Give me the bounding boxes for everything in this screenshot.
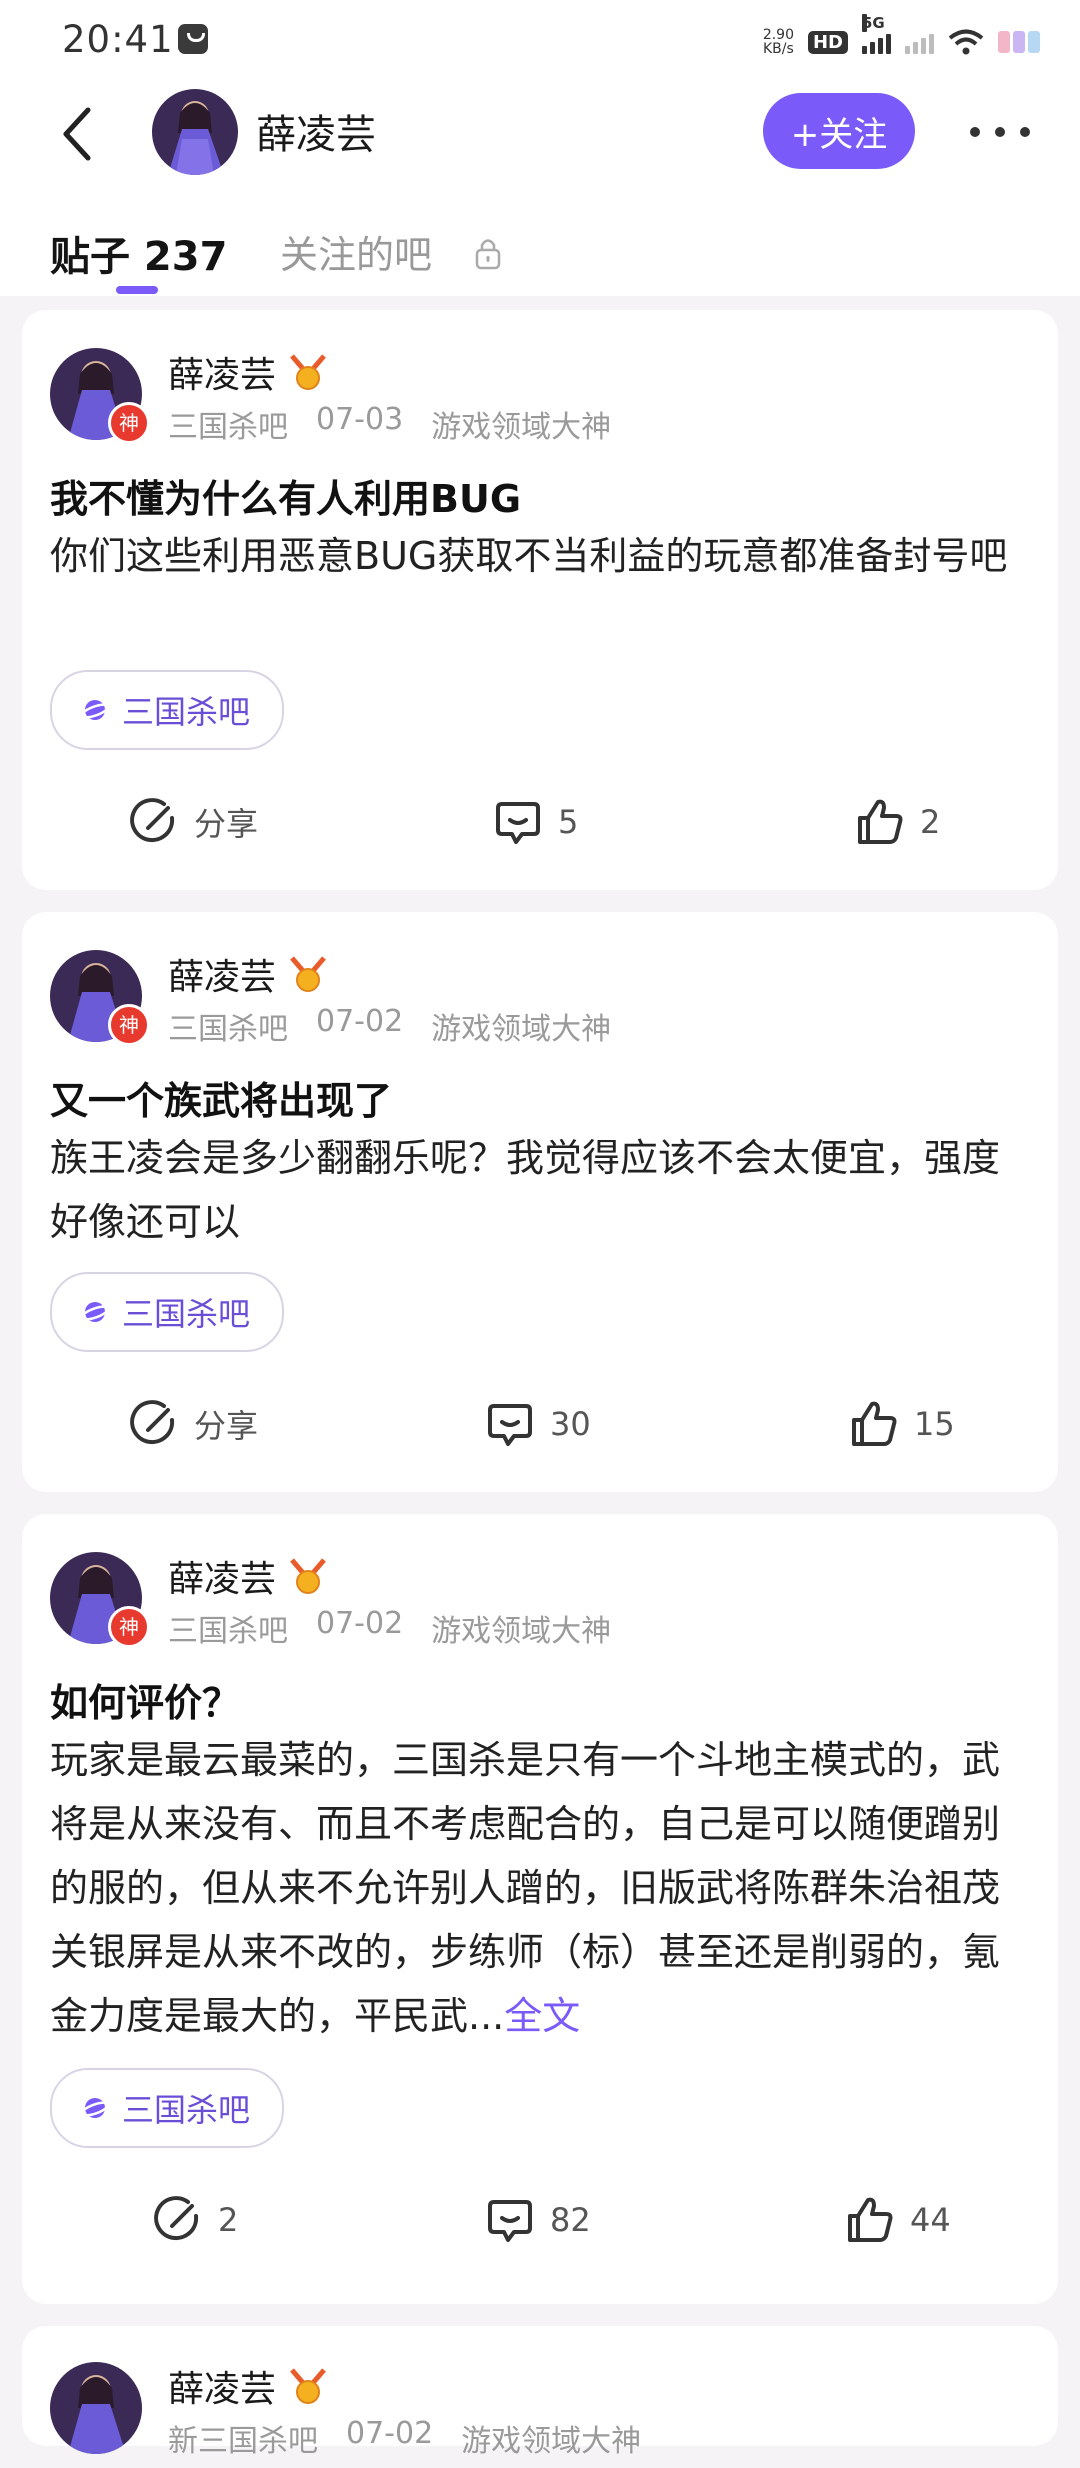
hd-voice-icon: HD xyxy=(807,30,848,54)
author-name-row: 薛凌芸 xyxy=(168,2360,330,2412)
post-forum: 三国杀吧 xyxy=(168,1614,288,1649)
profile-avatar[interactable] xyxy=(152,89,238,175)
medal-icon xyxy=(290,956,326,992)
profile-username: 薛凌芸 xyxy=(256,112,376,158)
share-icon xyxy=(130,798,175,843)
lock-icon xyxy=(475,239,501,270)
post-title[interactable]: 我不懂为什么有人利用BUG xyxy=(50,468,521,523)
net-speed: 2.90 KB/s xyxy=(762,27,794,57)
post-card[interactable]: 神 薛凌芸 三国杀吧 07-03 游戏领域大神 我不懂为什么有人利用BUG 你们… xyxy=(22,310,1058,890)
comment-icon xyxy=(488,2200,532,2242)
author-name[interactable]: 薛凌芸 xyxy=(168,346,276,398)
post-body[interactable]: 族王凌会是多少翻翻乐呢？我觉得应该不会太便宜，强度好像还可以 xyxy=(50,1126,1034,1254)
share-icon xyxy=(130,1400,175,1445)
share-button[interactable]: 分享 xyxy=(128,1384,258,1464)
signal-5g-icon: 5G xyxy=(862,14,891,54)
author-honor: 游戏领域大神 xyxy=(431,1012,612,1047)
post-meta: 三国杀吧 07-02 游戏领域大神 xyxy=(168,1004,611,1048)
post-forum: 三国杀吧 xyxy=(168,1012,288,1047)
post-card[interactable]: 神 薛凌芸 三国杀吧 07-02 游戏领域大神 如何评价？ 玩家是最云最菜的，三… xyxy=(22,1514,1058,2304)
medal-icon xyxy=(290,1558,326,1594)
share-button[interactable]: 分享 xyxy=(128,782,258,862)
post-date: 07-02 xyxy=(316,1606,404,1641)
post-meta: 新三国杀吧 07-02 游戏领域大神 xyxy=(168,2416,641,2460)
medal-icon xyxy=(290,2368,326,2404)
planet-icon xyxy=(80,2098,110,2118)
comment-icon xyxy=(496,802,540,844)
author-name[interactable]: 薛凌芸 xyxy=(168,1550,276,1602)
post-meta: 三国杀吧 07-03 游戏领域大神 xyxy=(168,402,611,446)
post-actions: 分享 30 15 xyxy=(22,1384,1058,1464)
post-title[interactable]: 如何评价？ xyxy=(50,1672,240,1727)
thumbs-up-icon xyxy=(858,799,903,844)
author-name[interactable]: 薛凌芸 xyxy=(168,2360,276,2412)
comment-icon xyxy=(488,1404,532,1446)
forum-tag[interactable]: 三国杀吧 xyxy=(50,670,285,750)
post-forum: 三国杀吧 xyxy=(168,410,288,445)
notification-app-icon xyxy=(178,24,208,54)
status-time: 20:41 xyxy=(62,18,174,61)
tab-followed-bars[interactable]: 关注的吧 xyxy=(280,224,432,279)
author-honor: 游戏领域大神 xyxy=(431,410,612,445)
comment-button[interactable]: 30 xyxy=(484,1384,591,1464)
like-button[interactable]: 2 xyxy=(854,782,940,862)
planet-icon xyxy=(80,1302,110,1322)
comment-button[interactable]: 82 xyxy=(484,2180,591,2260)
active-tab-indicator xyxy=(116,286,158,294)
wifi-icon xyxy=(948,29,984,55)
author-name[interactable]: 薛凌芸 xyxy=(168,948,276,1000)
tab-posts[interactable]: 贴子 237 xyxy=(50,224,227,282)
signal-secondary-icon xyxy=(905,30,934,54)
post-card[interactable]: 神 薛凌芸 三国杀吧 07-02 游戏领域大神 又一个族武将出现了 族王凌会是多… xyxy=(22,912,1058,1492)
post-body[interactable]: 玩家是最云最菜的，三国杀是只有一个斗地主模式的，武将是从来没有、而且不考虑配合的… xyxy=(50,1728,1034,2048)
like-button[interactable]: 44 xyxy=(844,2180,951,2260)
comment-button[interactable]: 5 xyxy=(492,782,578,862)
author-avatar[interactable] xyxy=(50,2362,142,2454)
thumbs-up-icon xyxy=(852,1401,897,1446)
forum-tag[interactable]: 三国杀吧 xyxy=(50,1272,285,1352)
post-title[interactable]: 又一个族武将出现了 xyxy=(50,1070,392,1125)
status-icons: 2.90 KB/s HD 5G xyxy=(762,14,1040,62)
post-date: 07-03 xyxy=(316,402,404,437)
battery-icon xyxy=(998,31,1040,53)
share-button[interactable]: 2 xyxy=(152,2180,238,2260)
top-area: 20:41 2.90 KB/s HD 5G 薛凌芸 +关注 贴子 237 关注的… xyxy=(0,0,1080,296)
post-date: 07-02 xyxy=(316,1004,404,1039)
post-meta: 三国杀吧 07-02 游戏领域大神 xyxy=(168,1606,611,1650)
read-more-link[interactable]: 全文 xyxy=(504,1994,580,2038)
author-name-row: 薛凌芸 xyxy=(168,948,330,1000)
thumbs-up-icon xyxy=(848,2197,893,2242)
post-card[interactable]: 薛凌芸 新三国杀吧 07-02 游戏领域大神 xyxy=(22,2326,1058,2459)
planet-icon xyxy=(80,700,110,720)
medal-icon xyxy=(290,354,326,390)
like-button[interactable]: 15 xyxy=(848,1384,955,1464)
god-badge: 神 xyxy=(108,1004,150,1046)
post-feed: 神 薛凌芸 三国杀吧 07-03 游戏领域大神 我不懂为什么有人利用BUG 你们… xyxy=(22,310,1058,2468)
author-name-row: 薛凌芸 xyxy=(168,1550,330,1602)
author-name-row: 薛凌芸 xyxy=(168,346,330,398)
forum-tag[interactable]: 三国杀吧 xyxy=(50,2068,285,2148)
profile-tabs: 贴子 237 关注的吧 xyxy=(0,220,1080,296)
author-honor: 游戏领域大神 xyxy=(431,1614,612,1649)
follow-button[interactable]: +关注 xyxy=(763,93,915,169)
post-actions: 分享 5 2 xyxy=(22,782,1058,862)
post-date: 07-02 xyxy=(346,2416,434,2451)
back-arrow-icon[interactable] xyxy=(52,104,112,164)
post-body[interactable]: 你们这些利用恶意BUG获取不当利益的玩意都准备封号吧 xyxy=(50,524,1034,588)
profile-header: 薛凌芸 +关注 xyxy=(0,80,1080,184)
god-badge: 神 xyxy=(108,402,150,444)
post-forum: 新三国杀吧 xyxy=(168,2424,318,2459)
post-actions: 2 82 44 xyxy=(22,2180,1058,2260)
author-honor: 游戏领域大神 xyxy=(461,2424,642,2459)
more-options-icon[interactable] xyxy=(970,104,1030,160)
status-bar: 20:41 2.90 KB/s HD 5G xyxy=(0,0,1080,80)
share-icon xyxy=(154,2196,199,2241)
god-badge: 神 xyxy=(108,1606,150,1648)
